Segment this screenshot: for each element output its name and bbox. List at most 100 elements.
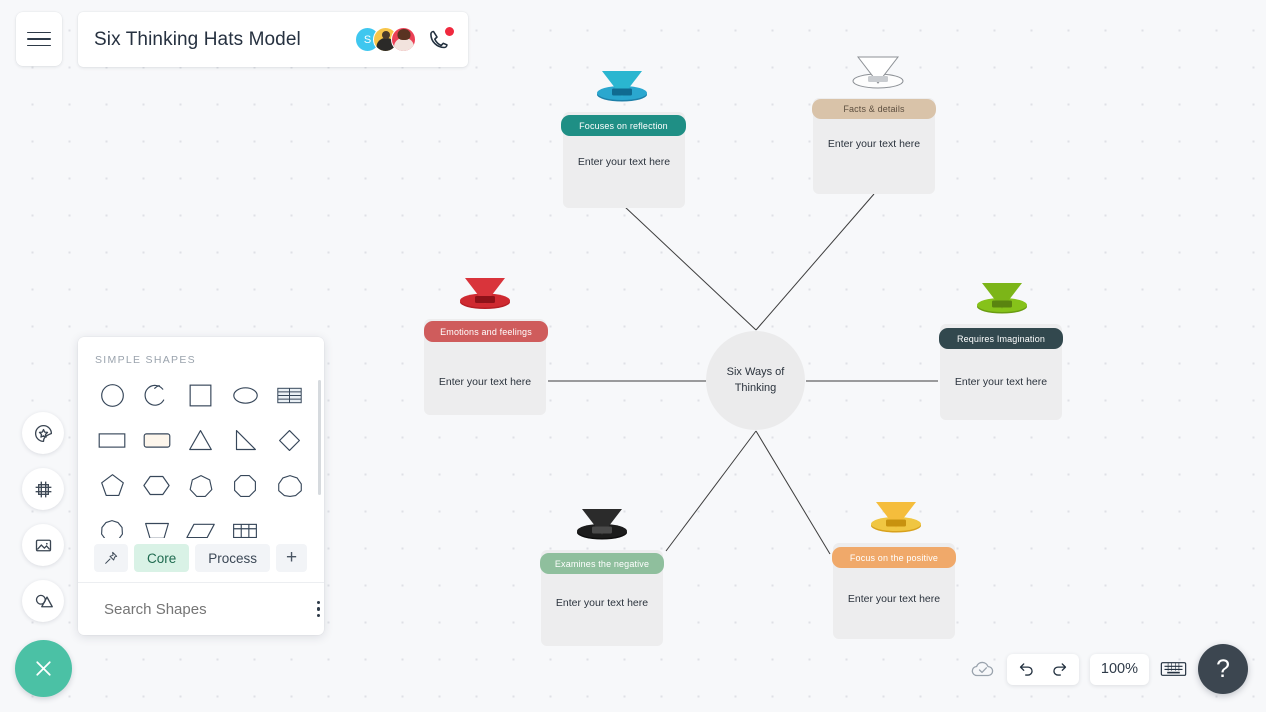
shape-right-triangle[interactable] [223, 421, 267, 460]
shapes-scroll-area [78, 374, 324, 538]
shape-octagon[interactable] [223, 466, 267, 505]
keyboard-shortcuts-button[interactable] [1160, 659, 1187, 679]
shape-triangle[interactable] [179, 421, 223, 460]
shape-trapezoid[interactable] [134, 511, 178, 538]
shape-circle[interactable] [90, 376, 134, 415]
shape-parallelogram[interactable] [179, 511, 223, 538]
green-hat-body: Enter your text here [954, 376, 1048, 388]
red-hat-body: Enter your text here [438, 376, 532, 388]
white-hat-body: Enter your text here [827, 138, 921, 150]
blue-hat-body: Enter your text here [577, 156, 671, 168]
frame-icon [35, 481, 51, 497]
triangle-icon [189, 430, 213, 451]
menu-button[interactable] [16, 12, 62, 66]
shape-rounded-rectangle[interactable] [134, 421, 178, 460]
connector-black [665, 430, 757, 552]
pin-icon [105, 551, 118, 564]
connector-white [755, 193, 875, 331]
shape-arc[interactable] [134, 376, 178, 415]
square-icon [190, 384, 212, 407]
lined-table-icon [277, 387, 302, 404]
sidebar-item-frames[interactable] [22, 468, 64, 510]
undo-redo-group [1006, 653, 1079, 685]
shape-category-tabs: Core Process + [78, 538, 324, 582]
sidebar-item-images[interactable] [22, 524, 64, 566]
tab-add[interactable]: + [276, 544, 308, 572]
shapes-panel: SIMPLE SHAPES Core Process + Search Shap… [78, 337, 324, 635]
white-hat-header[interactable]: Facts & details [812, 99, 936, 119]
grid-table-icon [233, 523, 258, 538]
canvas-app: Enter your text here Focuses on reflecti… [0, 0, 1266, 712]
shape-diamond[interactable] [268, 421, 312, 460]
black-hat-body: Enter your text here [555, 597, 649, 609]
sidebar-item-shapes[interactable] [22, 580, 64, 622]
call-button[interactable] [428, 26, 454, 52]
tab-core[interactable]: Core [134, 544, 190, 572]
blue-hat-icon [592, 68, 652, 104]
connector-yellow [755, 430, 831, 555]
save-status-button[interactable] [970, 658, 996, 680]
tab-pinned[interactable] [94, 544, 128, 572]
redo-button[interactable] [1050, 660, 1069, 679]
cloud-check-icon [971, 661, 994, 677]
close-icon [36, 661, 51, 676]
shape-decagon[interactable] [90, 511, 134, 538]
circle-icon [100, 384, 124, 407]
green-hat-header[interactable]: Requires Imagination [939, 328, 1063, 349]
shape-nonagon[interactable] [268, 466, 312, 505]
shape-lined-table[interactable] [268, 376, 312, 415]
red-hat-header[interactable]: Emotions and feelings [424, 321, 548, 342]
red-hat-icon [455, 275, 515, 311]
heptagon-icon [189, 474, 213, 497]
rectangle-icon [98, 433, 126, 448]
shape-grid-table[interactable] [223, 511, 267, 538]
collaborator-avatars: S [355, 27, 416, 52]
right-triangle-icon [235, 430, 256, 451]
trapezoid-icon [144, 522, 169, 538]
yellow-hat-icon [866, 499, 926, 535]
close-panel-button[interactable] [15, 640, 72, 697]
help-button[interactable]: ? [1198, 644, 1248, 694]
shape-panel-menu-button[interactable] [313, 597, 324, 621]
black-hat-icon [572, 506, 632, 542]
yellow-hat-header[interactable]: Focus on the positive [832, 547, 956, 568]
shape-square[interactable] [179, 376, 223, 415]
pentagon-icon [100, 474, 124, 496]
center-node-label-2: Thinking [734, 381, 777, 394]
shapes-scrollbar[interactable] [318, 380, 321, 495]
blue-hat-header[interactable]: Focuses on reflection [561, 115, 686, 136]
shape-rectangle[interactable] [90, 421, 134, 460]
hexagon-icon [143, 475, 170, 496]
tool-sidebar [22, 412, 64, 636]
shapes-icon [35, 594, 53, 607]
black-hat-header[interactable]: Examines the negative [540, 553, 664, 574]
search-input[interactable] [104, 600, 303, 618]
center-node[interactable]: Six Ways of Thinking [706, 331, 805, 430]
decagon-icon [101, 519, 124, 538]
undo-button[interactable] [1017, 660, 1036, 679]
shape-search-row [78, 582, 324, 635]
shape-hexagon[interactable] [134, 466, 178, 505]
hamburger-icon [27, 31, 51, 47]
page-title[interactable]: Six Thinking Hats Model [94, 29, 355, 51]
keyboard-icon [1160, 662, 1187, 676]
green-hat-icon [972, 280, 1032, 316]
parallelogram-icon [186, 523, 215, 538]
shape-ellipse[interactable] [223, 376, 267, 415]
undo-icon [1019, 662, 1033, 676]
ellipse-icon [233, 387, 258, 404]
avatar-3[interactable] [391, 27, 416, 52]
redo-icon [1053, 662, 1067, 676]
white-hat-icon [848, 54, 908, 90]
rounded-rectangle-icon [143, 433, 170, 448]
call-notification-badge [445, 26, 454, 36]
shape-pentagon[interactable] [90, 466, 134, 505]
connector-blue [623, 205, 757, 331]
shape-heptagon[interactable] [179, 466, 223, 505]
tab-process[interactable]: Process [195, 544, 271, 572]
zoom-level[interactable]: 100% [1089, 653, 1149, 685]
sidebar-item-stickers[interactable] [22, 412, 64, 454]
shapes-section-title: SIMPLE SHAPES [95, 354, 196, 366]
avatar-initial: S [363, 33, 372, 46]
nonagon-icon [277, 474, 302, 497]
